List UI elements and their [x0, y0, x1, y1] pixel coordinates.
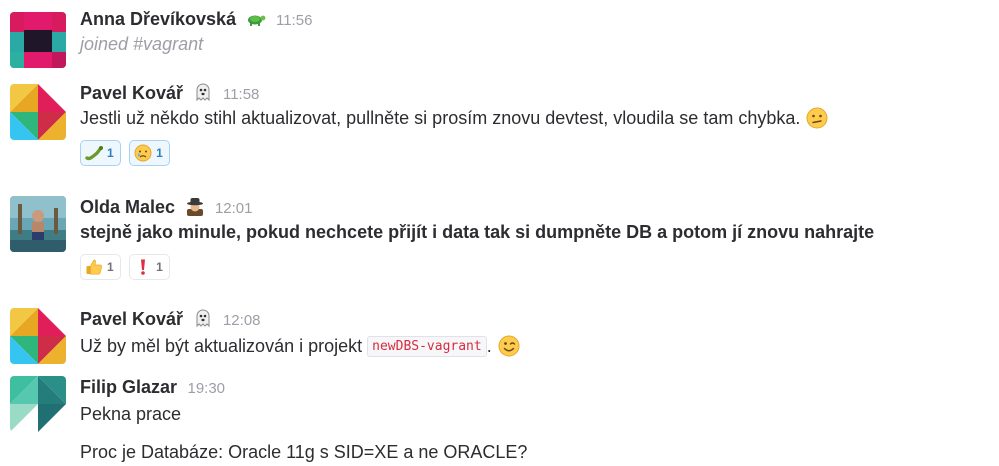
timestamp[interactable]: 11:58: [223, 86, 259, 103]
inline-code: newDBS-vagrant: [367, 336, 487, 357]
message-item: Olda Malec 12:01 stejně jako minule, pok…: [0, 196, 999, 296]
avatar[interactable]: [10, 84, 66, 140]
message-punctuation: .: [486, 336, 492, 356]
message-text: Jestli už někdo stihl aktualizovat, pull…: [80, 104, 999, 132]
message-text: Už by měl být aktualizován i projekt new…: [80, 332, 999, 361]
crying-face-icon: [134, 144, 152, 162]
timestamp[interactable]: 11:56: [276, 12, 312, 29]
message-text: Pekna prace: [80, 404, 182, 424]
message-item: Filip Glazar 19:30 Pekna prace Proc je D…: [0, 376, 999, 464]
reaction-count: 1: [156, 146, 163, 160]
message-header: Pavel Kovář 11:58: [80, 82, 999, 104]
author-name[interactable]: Anna Dřevíkovská: [80, 9, 236, 29]
timestamp[interactable]: 12:08: [223, 312, 261, 329]
turtle-icon: [246, 8, 266, 28]
reaction-bar: 1 1: [80, 254, 174, 280]
message-header: Olda Malec 12:01: [80, 196, 999, 218]
message-body: Už by měl být aktualizován i projekt: [80, 336, 363, 356]
reaction-crying[interactable]: 1: [129, 140, 170, 166]
reaction-count: 1: [107, 260, 114, 274]
author-name[interactable]: Filip Glazar: [80, 377, 177, 397]
avatar[interactable]: [10, 376, 66, 432]
ghost-icon: [193, 82, 213, 102]
confused-face-icon: [806, 107, 828, 129]
message-item: Pavel Kovář 12:08 Už by měl být aktualiz…: [0, 308, 999, 368]
ghost-icon: [193, 308, 213, 328]
avatar[interactable]: [10, 12, 66, 68]
timestamp[interactable]: 12:01: [215, 200, 253, 217]
message-text: stejně jako minule, pokud nechcete přijí…: [80, 222, 875, 242]
message-text: Proc je Databáze: Oracle 11g s SID=XE a …: [80, 442, 528, 462]
reaction-snake[interactable]: 1: [80, 140, 121, 166]
exclamation-icon: [134, 258, 152, 276]
system-message: joined #vagrant: [80, 34, 204, 54]
message-header: Pavel Kovář 12:08: [80, 308, 999, 330]
reaction-count: 1: [107, 146, 114, 160]
message-header: Anna Dřevíkovská 11:56: [80, 8, 999, 30]
author-name[interactable]: Pavel Kovář: [80, 83, 183, 103]
snake-icon: [85, 144, 103, 162]
reaction-thumbs-up[interactable]: 1: [80, 254, 121, 280]
avatar[interactable]: [10, 308, 66, 364]
author-name[interactable]: Pavel Kovář: [80, 309, 183, 329]
spy-icon: [185, 196, 205, 216]
reaction-exclamation[interactable]: 1: [129, 254, 170, 280]
message-body: Jestli už někdo stihl aktualizovat, pull…: [80, 108, 801, 128]
author-name[interactable]: Olda Malec: [80, 197, 175, 217]
avatar[interactable]: [10, 196, 66, 252]
thumbs-up-icon: [85, 258, 103, 276]
message-item: Pavel Kovář 11:58 Jestli už někdo stihl …: [0, 82, 999, 182]
winking-face-icon: [498, 335, 520, 357]
message-item: Anna Dřevíkovská 11:56 joined #vagrant: [0, 8, 999, 68]
reaction-bar: 1 1: [80, 140, 174, 166]
message-header: Filip Glazar 19:30: [80, 376, 999, 398]
reaction-count: 1: [156, 260, 163, 274]
timestamp[interactable]: 19:30: [187, 380, 225, 397]
